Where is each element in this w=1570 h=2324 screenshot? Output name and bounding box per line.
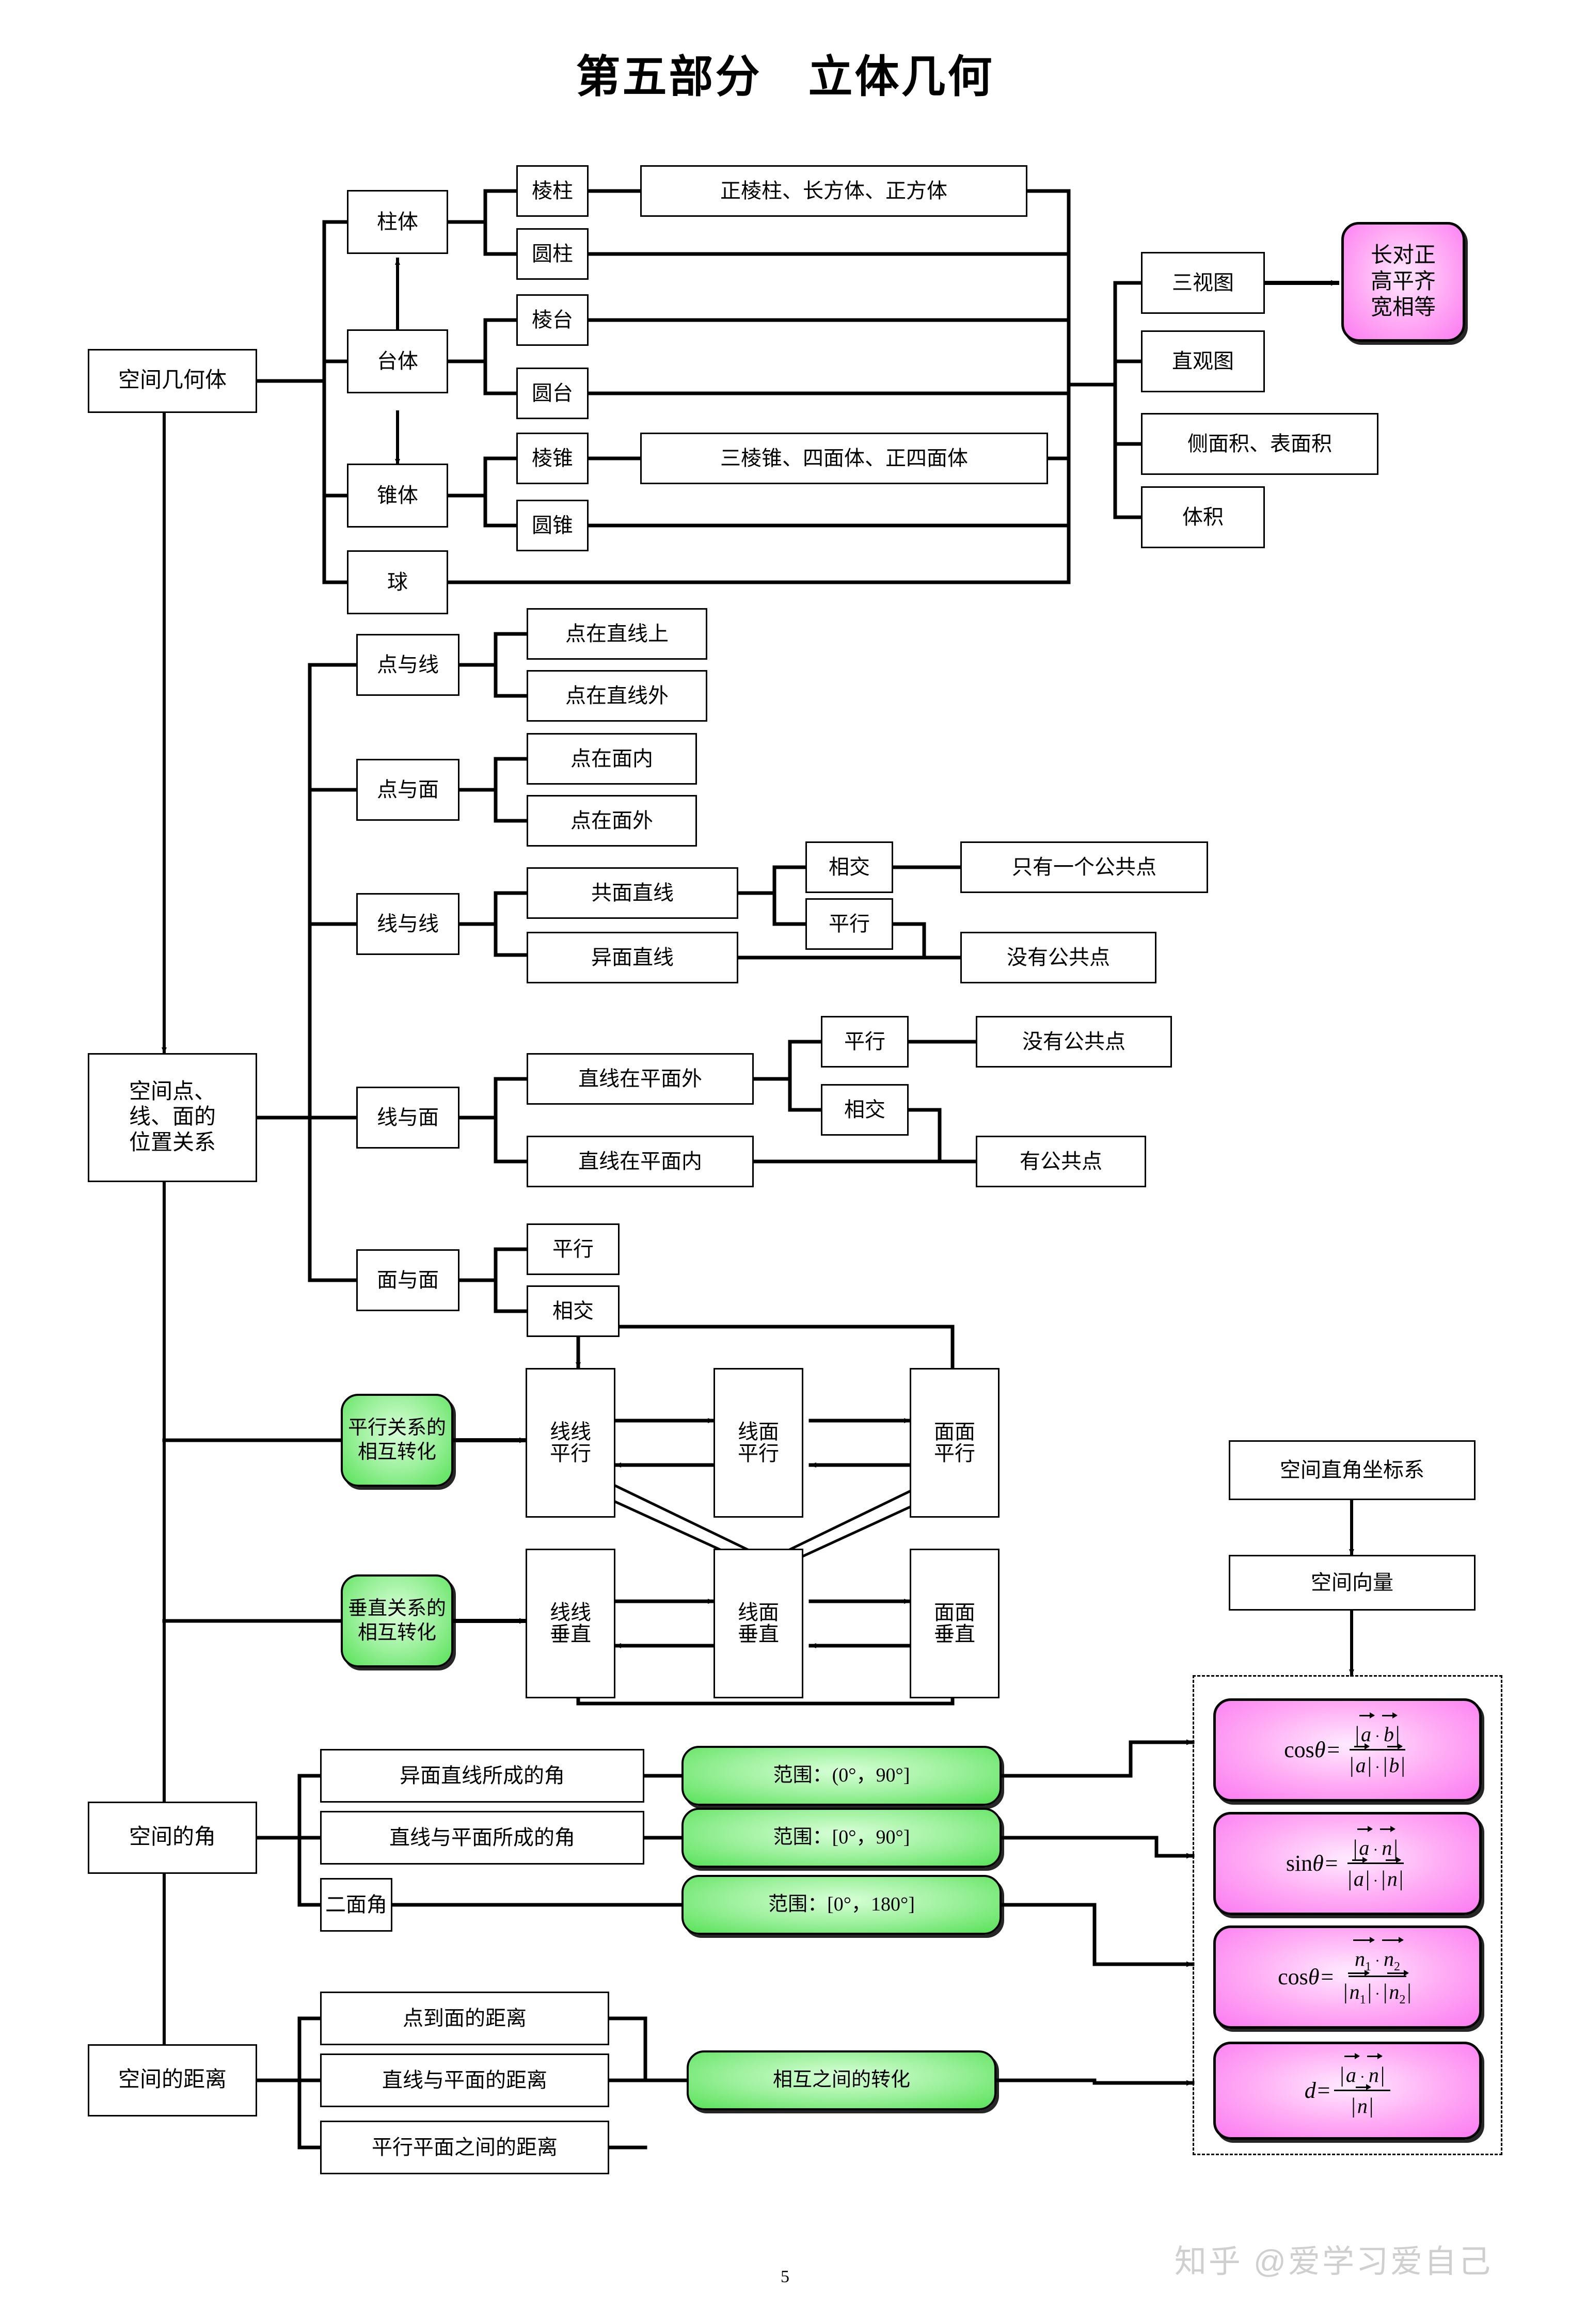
formula-point-plane-distance[interactable]: d= |a · n| |n| [1213, 2042, 1482, 2140]
node-circular-cone[interactable]: 圆锥 [516, 500, 589, 551]
node-lp-intersect[interactable]: 相交 [821, 1084, 909, 1136]
node-point-off-line[interactable]: 点在直线外 [527, 670, 707, 722]
node-three-view-rule[interactable]: 长对正 高平齐 宽相等 [1341, 222, 1465, 342]
node-three-views[interactable]: 三视图 [1141, 252, 1265, 314]
formula-line-plane-angle[interactable]: sinθ= |a · n| |a| · |n| [1213, 1812, 1482, 1915]
node-pyramid[interactable]: 棱锥 [516, 433, 589, 484]
node-skew-line-angle[interactable]: 异面直线所成的角 [320, 1749, 644, 1803]
node-circular-frustum[interactable]: 圆台 [516, 368, 589, 419]
node-cone-body[interactable]: 锥体 [347, 464, 448, 528]
node-point-out-plane[interactable]: 点在面外 [527, 795, 697, 847]
node-one-common-point[interactable]: 只有一个公共点 [960, 841, 1208, 893]
node-coordinate-system[interactable]: 空间直角坐标系 [1229, 1440, 1476, 1500]
node-cylinder[interactable]: 圆柱 [516, 228, 589, 280]
node-no-common-point-plane[interactable]: 没有公共点 [976, 1016, 1172, 1068]
node-lp-parallel[interactable]: 平行 [821, 1016, 909, 1068]
node-plane-plane[interactable]: 面与面 [356, 1249, 459, 1311]
node-dihedral-angle[interactable]: 二面角 [320, 1878, 392, 1932]
node-coplanar-lines[interactable]: 共面直线 [527, 867, 738, 919]
node-ll-parallel[interactable]: 平行 [805, 898, 893, 950]
node-prismatoid[interactable]: 棱台 [516, 294, 589, 346]
range-skew-line-angle[interactable]: 范围：(0°，90°] [681, 1746, 1002, 1806]
node-perpendicular-transform[interactable]: 垂直关系的 相互转化 [341, 1574, 453, 1667]
range-dihedral-angle[interactable]: 范围：[0°，180°] [681, 1875, 1002, 1935]
node-parallel-plane-distance[interactable]: 平行平面之间的距离 [320, 2121, 609, 2174]
node-prism-examples[interactable]: 正棱柱、长方体、正方体 [640, 165, 1027, 217]
node-frustum-body[interactable]: 台体 [347, 329, 448, 393]
node-line-outside-plane[interactable]: 直线在平面外 [527, 1053, 754, 1105]
node-ll-intersect[interactable]: 相交 [805, 841, 893, 893]
node-line-line[interactable]: 线与线 [356, 893, 459, 955]
node-line-inside-plane[interactable]: 直线在平面内 [527, 1136, 754, 1187]
watermark: 知乎 @爱学习爱自己 [1174, 2244, 1493, 2280]
node-space-vector[interactable]: 空间向量 [1229, 1555, 1476, 1611]
node-point-in-plane[interactable]: 点在面内 [527, 733, 697, 785]
range-line-plane-angle[interactable]: 范围：[0°，90°] [681, 1808, 1002, 1868]
node-prism[interactable]: 棱柱 [516, 165, 589, 217]
node-surface-area[interactable]: 侧面积、表面积 [1141, 413, 1378, 475]
node-line-plane-perpendicular[interactable]: 线面 垂直 [713, 1549, 803, 1698]
node-position-relations[interactable]: 空间点、 线、面的 位置关系 [88, 1053, 257, 1182]
node-point-plane[interactable]: 点与面 [356, 759, 459, 821]
node-no-common-point-lines[interactable]: 没有公共点 [960, 932, 1156, 983]
node-line-line-parallel[interactable]: 线线 平行 [526, 1368, 615, 1518]
node-line-plane-distance[interactable]: 直线与平面的距离 [320, 2054, 609, 2107]
formula-skew-line-angle[interactable]: cosθ= |a · b| |a| · |b| [1213, 1698, 1482, 1802]
node-prism-body[interactable]: 柱体 [347, 190, 448, 254]
mindmap-canvas: 第五部分 立体几何 空间几何体 柱体 台体 锥体 球 棱柱 圆柱 棱台 圆台 棱… [0, 0, 1570, 2324]
node-point-on-line[interactable]: 点在直线上 [527, 608, 707, 660]
node-line-plane-parallel[interactable]: 线面 平行 [713, 1368, 803, 1518]
node-line-plane-angle[interactable]: 直线与平面所成的角 [320, 1811, 644, 1865]
node-pyramid-examples[interactable]: 三棱锥、四面体、正四面体 [640, 433, 1048, 484]
node-space-solids[interactable]: 空间几何体 [88, 349, 257, 413]
node-plane-plane-parallel[interactable]: 面面 平行 [910, 1368, 1000, 1518]
node-has-common-point[interactable]: 有公共点 [976, 1136, 1146, 1187]
page-title: 第五部分 立体几何 [576, 52, 994, 102]
node-point-plane-distance[interactable]: 点到面的距离 [320, 1992, 609, 2045]
node-intuitive-drawing[interactable]: 直观图 [1141, 330, 1265, 392]
node-line-plane[interactable]: 线与面 [356, 1087, 459, 1149]
node-space-angle[interactable]: 空间的角 [88, 1802, 257, 1874]
node-space-distance[interactable]: 空间的距离 [88, 2044, 257, 2116]
node-pp-intersect[interactable]: 相交 [527, 1285, 620, 1337]
node-sphere[interactable]: 球 [347, 550, 448, 614]
formula-dihedral-angle[interactable]: cosθ= n1 · n2 |n1| · |n2| [1213, 1925, 1482, 2029]
node-parallel-transform[interactable]: 平行关系的 相互转化 [341, 1394, 453, 1487]
node-pp-parallel[interactable]: 平行 [527, 1223, 620, 1275]
node-mutual-conversion[interactable]: 相互之间的转化 [687, 2050, 996, 2110]
node-line-line-perpendicular[interactable]: 线线 垂直 [526, 1549, 615, 1698]
node-point-line[interactable]: 点与线 [356, 634, 459, 696]
node-skew-lines[interactable]: 异面直线 [527, 932, 738, 983]
node-volume[interactable]: 体积 [1141, 486, 1265, 548]
node-plane-plane-perpendicular[interactable]: 面面 垂直 [910, 1549, 1000, 1698]
